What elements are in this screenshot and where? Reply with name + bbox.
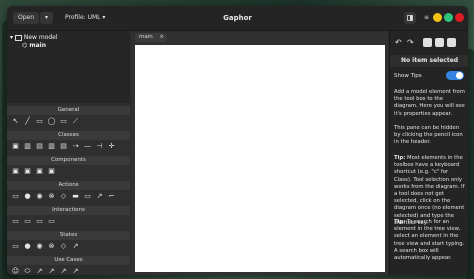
gaphor-window: Open ▾ Profile: UML ▾ Gaphor ≡ ▾ New mod… [7,6,468,275]
tool-icon[interactable]: ⌐ [107,192,116,201]
diagram-icon: ⌬ [22,42,28,49]
tool-icon[interactable]: ╱ [23,117,32,126]
tab-main[interactable]: main × [135,33,167,42]
tree-item-new-model[interactable]: ▾ New model [10,34,58,42]
tool-icon[interactable]: ↗ [59,267,68,275]
tool-icon[interactable]: ▤ [35,142,44,151]
open-menu-button[interactable]: ▾ [40,12,54,24]
tool-icon[interactable]: ▣ [11,142,20,151]
tool-icon[interactable]: ↗ [35,267,44,275]
tool-icon[interactable]: ↗ [71,242,80,251]
toolbox-section-components[interactable]: Components [7,156,130,165]
align-right-icon[interactable] [447,38,456,47]
tool-icon[interactable]: ▭ [11,217,20,226]
tool-icon[interactable]: ⊗ [47,242,56,251]
open-button[interactable]: Open [13,12,40,24]
left-sidebar: ▾ New model ⌬ main General ↖ ╱ ▭ ◯ ▭ ⟋ Classes ▣… [7,31,130,275]
tool-icon[interactable]: ▭ [47,217,56,226]
profile-label: Profile: UML [65,14,101,21]
toolbox-section-classes[interactable]: Classes [7,131,130,140]
profile-dropdown[interactable]: Profile: UML ▾ [60,12,110,24]
redo-icon[interactable]: ↷ [407,37,414,49]
tool-icon[interactable]: ▭ [83,192,92,201]
chevron-down-icon: ▾ [102,14,106,21]
tip-paragraph: Tip: Most elements in the toolbox have a… [394,155,465,226]
tool-icon[interactable]: ⊣ [95,142,104,151]
tool-icon[interactable]: ▣ [47,167,56,176]
tip-paragraph: Add a model element from the tool box to… [394,89,465,117]
tip-paragraph: Tip: To search for an element in the tre… [394,219,465,262]
tool-icon[interactable]: ▣ [35,167,44,176]
open-label: Open [18,14,35,21]
tool-icon[interactable]: ▭ [35,217,44,226]
toggle-knob [456,72,463,79]
align-left-icon[interactable] [423,38,432,47]
tool-icon[interactable]: ▭ [23,217,32,226]
tool-icon[interactable]: ⬭ [23,267,32,275]
chevron-down-icon: ▾ [45,14,49,21]
align-center-icon[interactable] [435,38,444,47]
tool-icon[interactable]: ↗ [95,192,104,201]
tool-icon[interactable]: ▤ [59,142,68,151]
tool-icon[interactable]: ▥ [23,142,32,151]
tool-icon[interactable]: ☺ [11,267,20,275]
tool-icon[interactable]: — [83,142,92,151]
tool-icon[interactable]: ● [23,242,32,251]
show-tips-label: Show Tips [394,73,422,79]
tip-prefix: Tip: [394,219,406,225]
tool-icon[interactable]: ▥ [47,142,56,151]
diagram-area: main × [131,31,388,275]
tool-icon[interactable]: ⇢ [71,142,80,151]
tab-label: main [139,34,153,40]
tool-icon[interactable]: ◉ [35,242,44,251]
show-tips-toggle[interactable] [446,71,464,80]
main-menu-button[interactable]: ≡ [419,12,434,24]
toolbox-section-states[interactable]: States [7,231,130,240]
tree-item-main[interactable]: ⌬ main [22,42,46,50]
undo-icon[interactable]: ↶ [395,37,402,49]
hamburger-menu-icon: ≡ [424,14,430,21]
close-icon[interactable]: × [159,33,164,42]
header-bar: Open ▾ Profile: UML ▾ Gaphor ≡ [7,6,468,31]
tool-icon[interactable]: ✛ [107,142,116,151]
tool-icon[interactable]: ▭ [11,242,20,251]
package-icon [14,34,22,41]
toolbox-section-actions[interactable]: Actions [7,181,130,190]
property-panel: ↶ ↷ No item selected Show Tips Add a mod… [389,31,468,275]
tool-icon[interactable]: ◉ [35,192,44,201]
tree-item-label: New model [23,34,58,41]
tool-icon[interactable]: ◇ [59,192,68,201]
tool-icon[interactable]: ▭ [35,117,44,126]
close-button[interactable] [455,13,464,22]
panel-title: No item selected [390,55,468,67]
toolbox-section-general[interactable]: General [7,106,130,115]
tip-paragraph: This pane can be hidden by clicking the … [394,125,463,146]
tool-icon[interactable]: ⊗ [47,192,56,201]
pencil-toggle-button[interactable] [404,12,416,24]
tool-icon[interactable]: ◇ [59,242,68,251]
tool-icon[interactable]: ▣ [23,167,32,176]
tool-icon[interactable]: ▭ [11,192,20,201]
tool-icon[interactable]: ▭ [59,117,68,126]
diagram-canvas[interactable] [135,45,385,272]
toolbox-section-interactions[interactable]: Interactions [7,206,130,215]
tool-icon[interactable]: ↗ [47,267,56,275]
tool-icon[interactable]: ▬ [71,192,80,201]
tool-icon[interactable]: ↖ [11,117,20,126]
toolbox-section-use-cases[interactable]: Use Cases [7,256,130,265]
property-panel-header: ↶ ↷ [390,31,468,55]
tool-icon[interactable]: ↗ [71,267,80,275]
model-tree: ▾ New model ⌬ main [7,31,130,103]
tool-icon[interactable]: ● [23,192,32,201]
sidebar-icon [407,15,413,21]
tool-icon[interactable]: ▣ [11,167,20,176]
tip-prefix: Tip: [394,155,406,161]
tool-icon[interactable]: ⟋ [71,117,80,126]
expander-icon[interactable]: ▾ [10,34,13,41]
maximize-button[interactable] [444,13,453,22]
minimize-button[interactable] [433,13,442,22]
tool-icon[interactable]: ◯ [47,117,56,126]
tree-item-label: main [29,42,46,49]
